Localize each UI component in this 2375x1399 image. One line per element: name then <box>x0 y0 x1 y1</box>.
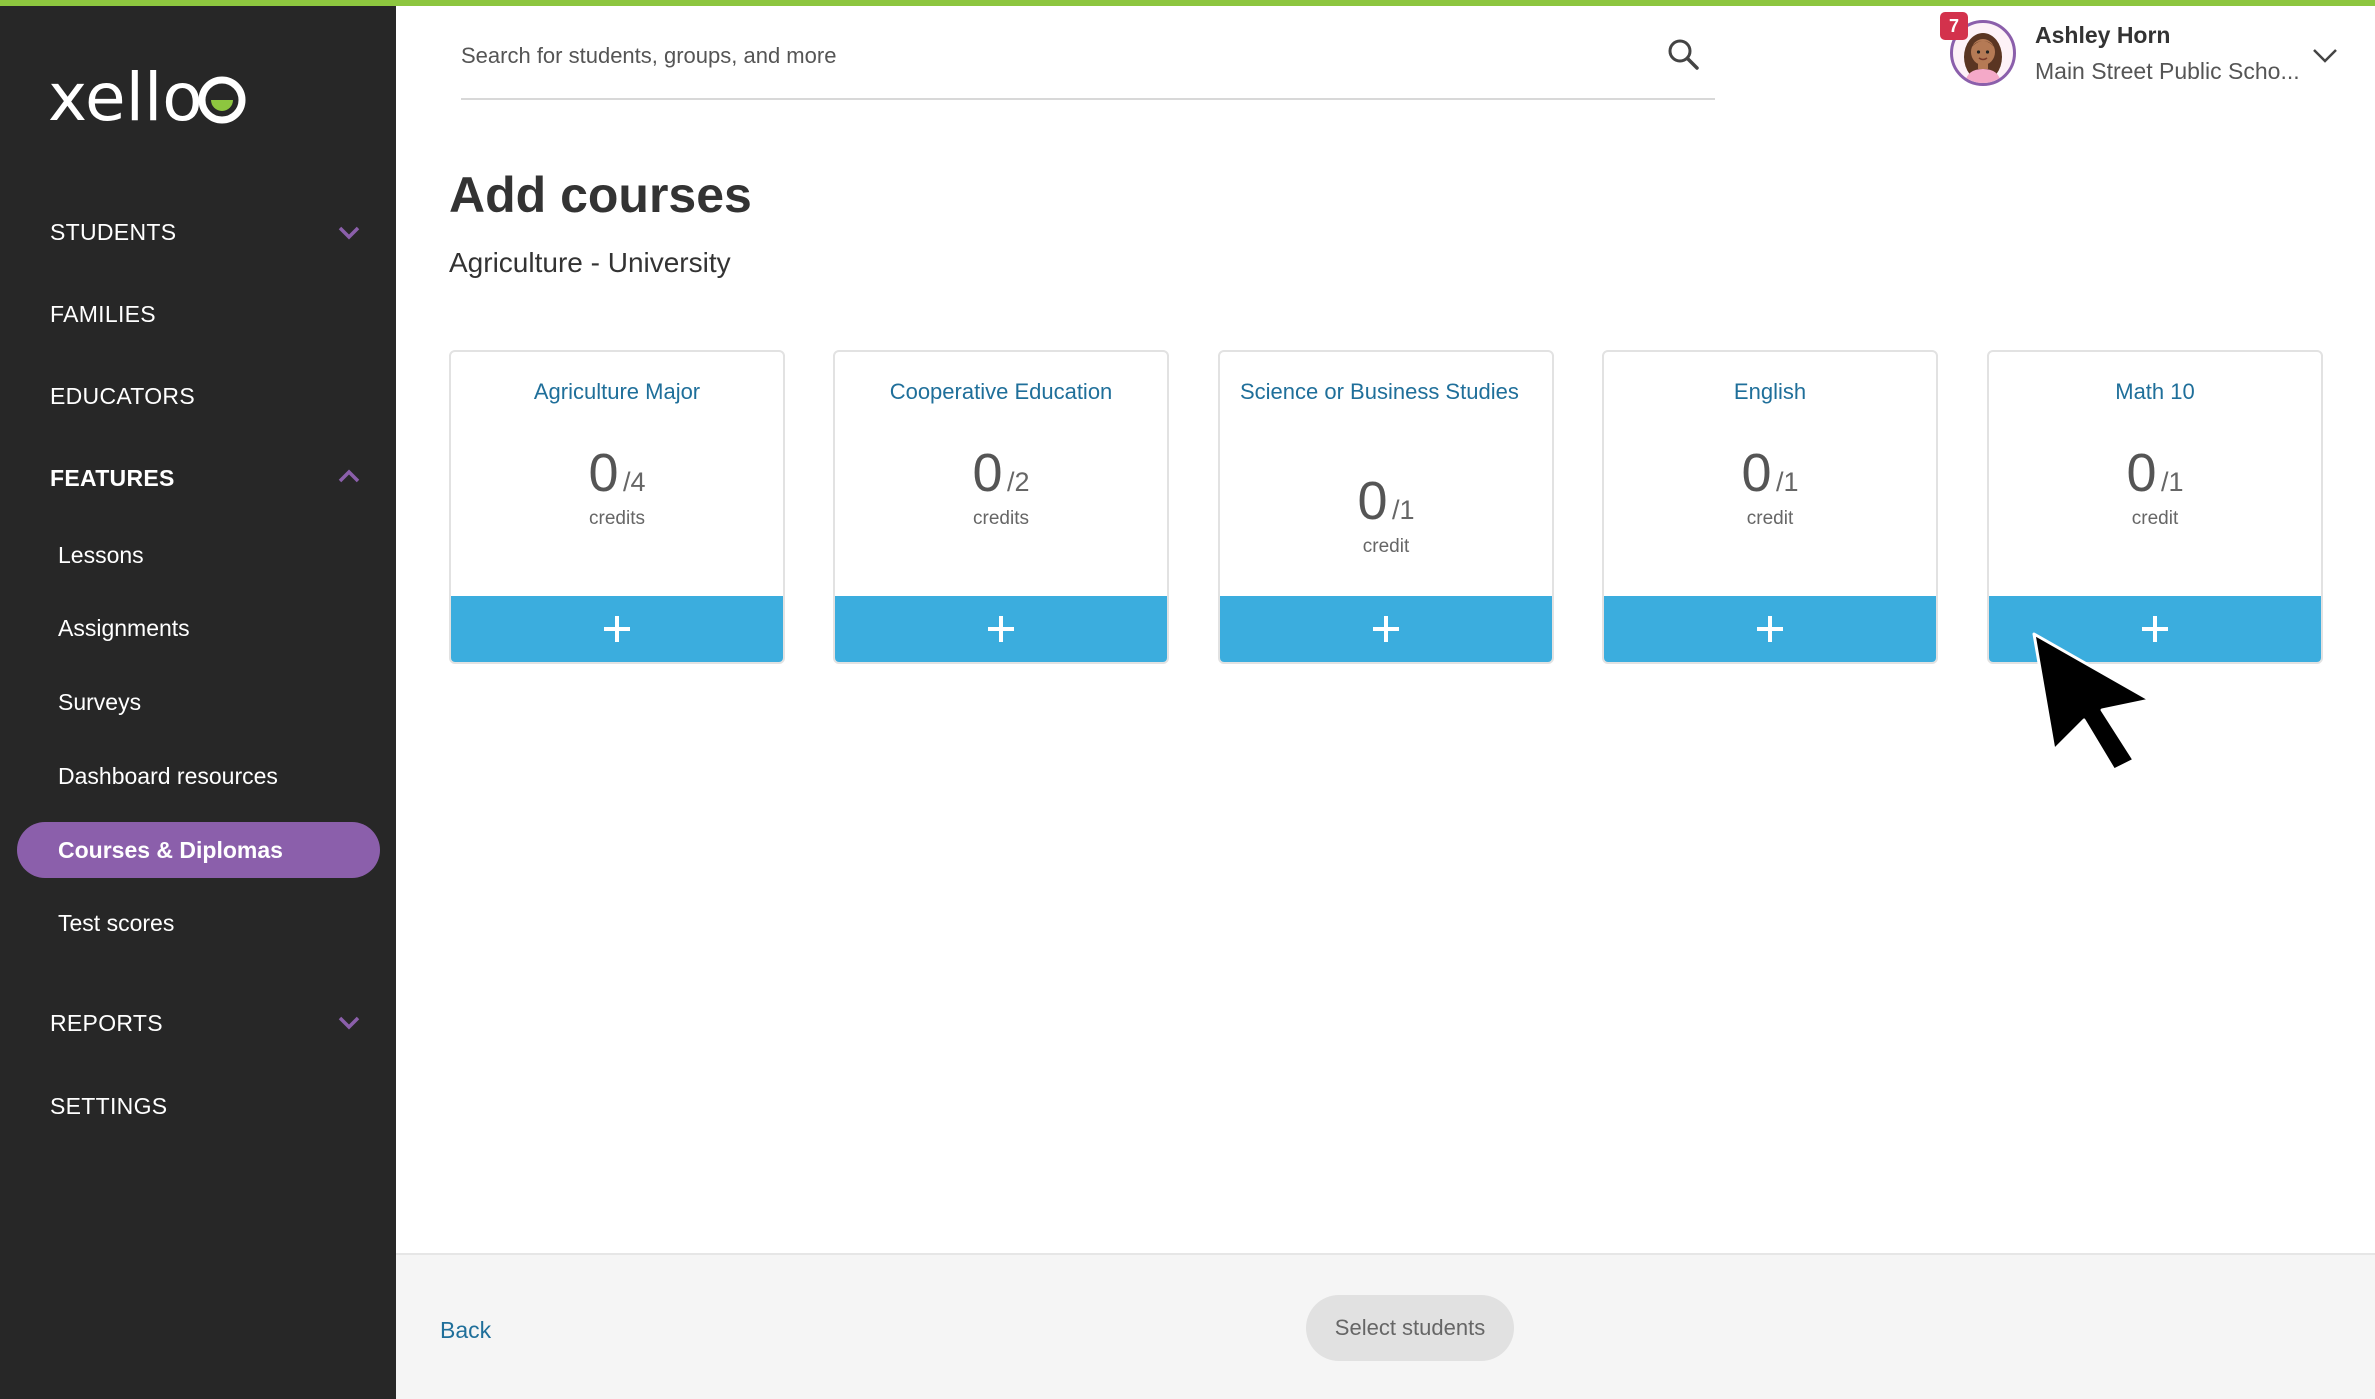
chevron-down-icon[interactable] <box>336 1009 362 1035</box>
sidebar-item-lessons[interactable]: Lessons <box>58 542 144 569</box>
logo-text: xello <box>48 62 203 132</box>
sidebar-item-surveys[interactable]: Surveys <box>58 689 141 716</box>
notification-badge[interactable]: 7 <box>1940 12 1968 40</box>
credit-count: 0 /1 <box>1604 442 1936 504</box>
chevron-down-icon[interactable] <box>2310 40 2340 70</box>
credit-count-value: 0 <box>972 443 1003 503</box>
course-card: Math 10 0 /1 credit <box>1987 350 2323 664</box>
search-input[interactable] <box>461 34 1621 78</box>
card-title: Cooperative Education <box>889 379 1113 404</box>
credit-count-value: 0 <box>588 443 619 503</box>
nav-features[interactable]: FEATURES <box>50 465 175 492</box>
nav-students[interactable]: STUDENTS <box>50 219 176 246</box>
credit-count-total: /4 <box>622 467 646 497</box>
credit-unit: credit <box>1362 536 1410 557</box>
add-course-button[interactable] <box>451 596 783 662</box>
add-course-button[interactable] <box>835 596 1167 662</box>
credit-count-total: /1 <box>2160 467 2184 497</box>
course-card: Agriculture Major 0 /4 credits <box>449 350 785 664</box>
credit-unit: credit <box>2131 508 2179 529</box>
card-title: Science or Business Studies <box>1240 379 1519 404</box>
chevron-down-icon[interactable] <box>336 219 362 245</box>
credit-unit: credit <box>1746 508 1794 529</box>
course-card: English 0 /1 credit <box>1602 350 1938 664</box>
card-title: Math 10 <box>2115 379 2195 404</box>
add-course-button[interactable] <box>1604 596 1936 662</box>
user-school: Main Street Public Scho... <box>2035 58 2300 84</box>
credit-count: 0 /4 <box>451 442 783 504</box>
chevron-up-icon[interactable] <box>336 463 362 489</box>
course-card: Science or Business Studies 0 /1 credit <box>1218 350 1554 664</box>
card-title: Agriculture Major <box>533 379 701 404</box>
sidebar-item-dashboard-resources[interactable]: Dashboard resources <box>58 763 278 790</box>
nav-reports[interactable]: REPORTS <box>50 1010 163 1037</box>
footer-bar: Back Select students <box>396 1253 2375 1399</box>
top-accent-bar <box>0 0 2375 6</box>
credit-count-total: /2 <box>1006 467 1030 497</box>
sidebar-item-label: Courses & Diplomas <box>58 837 283 863</box>
logo-smile-icon <box>198 76 246 124</box>
card-title: English <box>1733 379 1807 404</box>
nav-educators[interactable]: EDUCATORS <box>50 383 195 410</box>
credit-unit: credits <box>973 508 1029 529</box>
credit-count-total: /1 <box>1775 467 1799 497</box>
page-subtitle: Agriculture - University <box>449 247 731 278</box>
credit-count: 0 /1 <box>1989 442 2321 504</box>
sidebar-item-assignments[interactable]: Assignments <box>58 615 190 642</box>
credit-count-value: 0 <box>2126 443 2157 503</box>
credit-count-total: /1 <box>1391 495 1415 525</box>
plus-icon <box>1757 616 1783 642</box>
back-link[interactable]: Back <box>440 1317 491 1344</box>
credit-count: 0 /2 <box>835 442 1167 504</box>
sidebar: xello STUDENTS FAMILIES EDUCATORS FEATUR… <box>0 0 396 1399</box>
course-card: Cooperative Education 0 /2 credits <box>833 350 1169 664</box>
user-menu[interactable]: 7 Ashley Horn Main Street Public Scho... <box>1940 12 2360 92</box>
search-icon[interactable] <box>1665 36 1701 72</box>
user-name: Ashley Horn <box>2035 22 2171 48</box>
select-students-button[interactable]: Select students <box>1306 1295 1514 1361</box>
add-course-button[interactable] <box>1220 596 1552 662</box>
nav-families[interactable]: FAMILIES <box>50 301 156 328</box>
plus-icon <box>988 616 1014 642</box>
page-title: Add courses <box>449 167 752 223</box>
nav-settings[interactable]: SETTINGS <box>50 1093 167 1120</box>
credit-unit: credits <box>589 508 645 529</box>
credit-count-value: 0 <box>1357 471 1388 531</box>
mouse-cursor-icon <box>2032 632 2152 772</box>
credit-count: 0 /1 <box>1220 470 1552 532</box>
credit-count-value: 0 <box>1741 443 1772 503</box>
search-bar <box>461 20 1715 100</box>
sidebar-item-courses-diplomas[interactable]: Courses & Diplomas <box>17 822 380 878</box>
plus-icon <box>1373 616 1399 642</box>
plus-icon <box>604 616 630 642</box>
sidebar-item-test-scores[interactable]: Test scores <box>58 910 174 937</box>
